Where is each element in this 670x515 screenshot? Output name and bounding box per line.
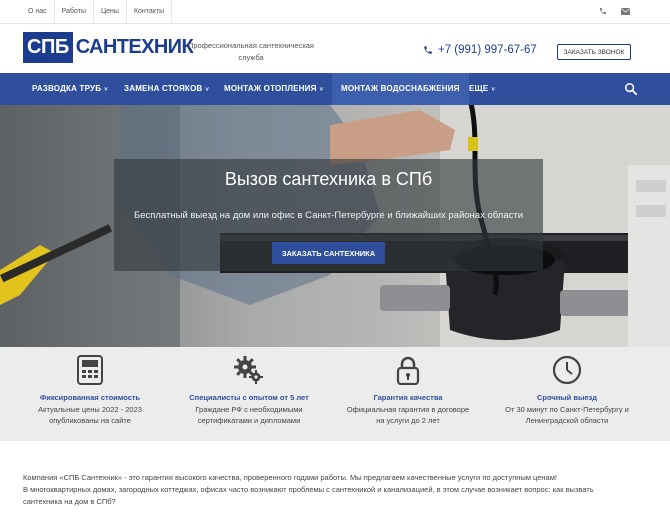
hero-subtitle: Бесплатный выезд на дом или офис в Санкт… [133,210,524,221]
phone-icon[interactable] [599,0,607,24]
top-link-prices[interactable]: Цены [92,0,126,24]
intro-line: В многоквартирных домах, загородных котт… [23,485,594,494]
calculator-icon [77,355,103,385]
logo-text: САНТЕХНИК [75,36,194,58]
top-icons [599,0,630,24]
nav-item-more[interactable]: ЕЩЕ ˅ [469,73,495,105]
logo-box-text: СПБ [23,32,73,63]
feature-desc-line: Официальная гарантия в договоре [346,405,470,414]
top-bar: О нас Работы Цены Контакты [0,0,670,24]
intro-line: сантехника на дом в СПб? [23,497,116,506]
nav-item-label: ЕЩЕ [469,84,489,93]
site-header: СПБ САНТЕХНИК Профессиональная сантехнич… [0,24,670,73]
site-logo[interactable]: СПБ САНТЕХНИК [23,32,194,63]
nav-item-label: МОНТАЖ ОТОПЛЕНИЯ [224,84,317,93]
nav-item-label: ЗАМЕНА СТОЯКОВ [124,84,203,93]
top-nav: О нас Работы Цены Контакты [22,0,173,24]
feature-desc: Официальная гарантия в договоре на услуг… [328,404,488,426]
features-strip: Фиксированная стоимость Актуальные цены … [0,347,670,441]
feature-desc-line: Ленинградской области [525,416,609,425]
site-tagline: Профессиональная сантехническая служба [188,41,314,62]
hero-title: Вызов сантехника в СПб [224,169,433,189]
feature-desc: Актуальные цены 2022 - 2023 опубликованы… [10,404,170,426]
feature-desc-line: Граждане РФ с необходимыми [195,405,303,414]
intro-line: Компания «СПБ Сантехник» - это гарантия … [23,473,557,482]
feature-desc-line: От 30 минут по Санкт-Петербургу и [505,405,629,414]
search-icon[interactable] [624,82,638,96]
chevron-down-icon: ˅ [491,87,496,93]
lock-icon [396,356,420,385]
feature-title: Гарантия качества [373,393,443,402]
top-link-works[interactable]: Работы [53,0,93,24]
phone-icon [424,46,432,54]
feature-title: Специалисты с опытом от 5 лет [189,393,309,402]
mail-icon[interactable] [621,0,630,24]
order-plumber-button[interactable]: ЗАКАЗАТЬ САНТЕХНИКА [272,242,385,264]
feature-desc-line: опубликованы на сайте [49,416,131,425]
clock-icon [552,355,582,385]
nav-item-heating[interactable]: МОНТАЖ ОТОПЛЕНИЯ ˅ [224,73,323,105]
main-nav: РАЗВОДКА ТРУБ ˅ ЗАМЕНА СТОЯКОВ ˅ МОНТАЖ ОТ… [0,73,670,105]
top-link-about[interactable]: О нас [22,0,54,24]
chevron-down-icon: ˅ [205,87,210,93]
feature-desc: От 30 минут по Санкт-Петербургу и Ленинг… [487,404,647,426]
nav-item-label: РАЗВОДКА ТРУБ [32,84,102,93]
feature-title: Фиксированная стоимость [39,393,141,402]
feature-desc-line: Актуальные цены 2022 - 2023 [38,405,142,414]
order-call-button[interactable]: ЗАКАЗАТЬ ЗВОНОК [557,44,631,60]
feature-title: Срочный выезд [536,393,598,402]
nav-item-pipes[interactable]: РАЗВОДКА ТРУБ ˅ [32,73,108,105]
nav-item-label: МОНТАЖ ВОДОСНАБЖЕНИЯ [341,84,460,93]
nav-item-risers[interactable]: ЗАМЕНА СТОЯКОВ ˅ [124,73,209,105]
header-phone[interactable]: +7 (991) 997-67-67 [423,44,537,56]
chevron-down-icon: ˅ [104,87,108,93]
phone-number: +7 (991) 997-67-67 [438,44,537,56]
hero-banner: Вызов сантехника в СПб Бесплатный выезд … [0,105,670,347]
intro-text: Компания «СПБ Сантехник» - это гарантия … [23,472,643,508]
feature-desc: Граждане РФ с необходимыми сертификатами… [169,404,329,426]
nav-item-water-supply[interactable]: МОНТАЖ ВОДОСНАБЖЕНИЯ [332,73,469,105]
top-link-contacts[interactable]: Контакты [125,0,173,24]
feature-desc-line: на услуги до 2 лет [376,416,440,425]
chevron-down-icon: ˅ [319,87,324,93]
feature-desc-line: сертификатами и дипломами [197,416,301,425]
gears-icon [234,356,263,384]
